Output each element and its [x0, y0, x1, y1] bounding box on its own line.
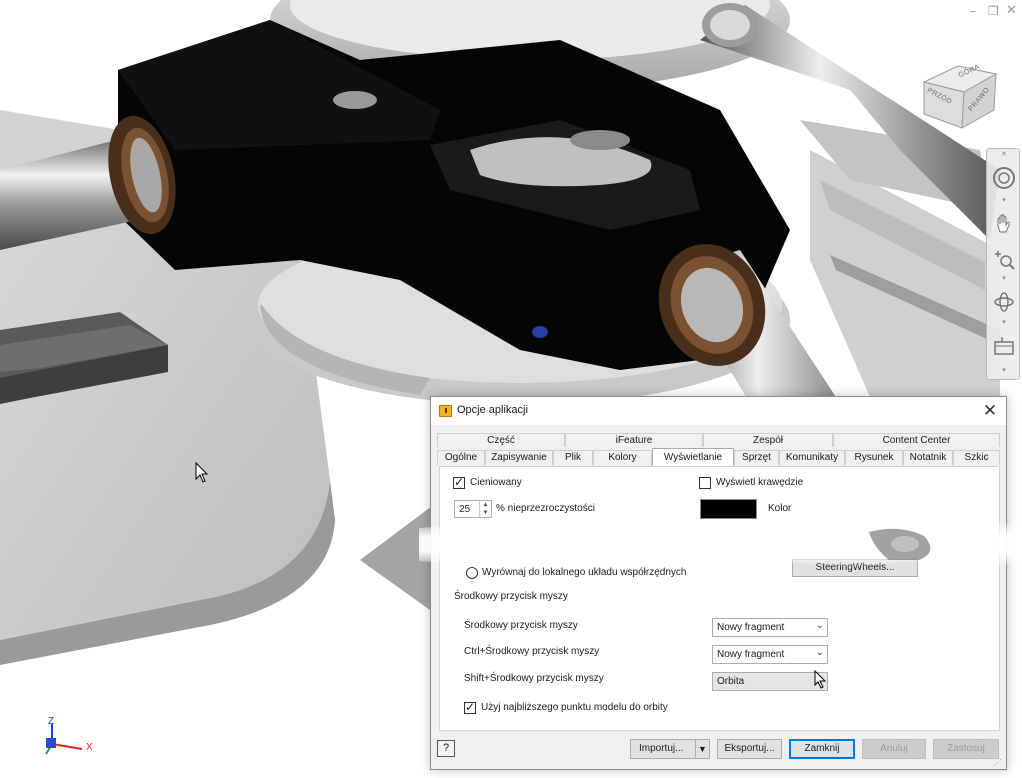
apply-button[interactable]: Zastosuj [933, 739, 999, 759]
zoom-icon[interactable] [991, 247, 1017, 273]
edge-color-swatch[interactable] [700, 499, 757, 519]
tab-ifeature[interactable]: iFeature [565, 433, 703, 447]
spin-down-icon[interactable]: ▼ [480, 509, 491, 517]
tab-plik[interactable]: Plik [553, 450, 593, 465]
triad-x-label: X [86, 742, 93, 753]
tab-zespol[interactable]: Zespół [703, 433, 833, 447]
opacity-spinner[interactable]: 25 ▲ ▼ [454, 500, 492, 518]
torn-edge-overlay [419, 520, 1022, 568]
tab-kolory[interactable]: Kolory [593, 450, 652, 465]
mouse-section-title: Środkowy przycisk myszy [454, 591, 568, 602]
dialog-titlebar[interactable]: Opcje aplikacji ✕ [431, 397, 1006, 425]
resize-grip-icon[interactable]: ⋰ [994, 758, 1002, 767]
viewcube[interactable]: GÓRA PRZÓD PRAWO [920, 48, 1000, 132]
block-screw [333, 91, 377, 109]
block-hole [570, 130, 630, 150]
blue-fastener [532, 326, 548, 338]
tab-row-bottom: Ogólne Zapisywanie Plik Kolory Wyświetla… [437, 448, 1000, 466]
chevron-down-icon: ⌄ [815, 620, 824, 631]
tab-szkic[interactable]: Szkic [953, 450, 1000, 465]
dialog-close-button[interactable]: ✕ [979, 401, 1001, 421]
export-button[interactable]: Eksportuj... [717, 739, 782, 759]
show-edges-label: Wyświetl krawędzie [716, 477, 804, 488]
import-dropdown-icon[interactable]: ▼ [698, 740, 707, 758]
tab-wyswietlanie[interactable]: Wyświetlanie [652, 448, 734, 466]
dialog-title: Opcje aplikacji [457, 404, 528, 416]
middle-button-select[interactable]: Nowy fragment ⌄ [712, 618, 828, 637]
tab-sprzet[interactable]: Sprzęt [734, 450, 779, 465]
help-button[interactable]: ? [437, 740, 455, 757]
import-label: Importuj... [639, 743, 684, 754]
tab-row-top: Część iFeature Zespół Content Center [437, 433, 1000, 448]
tab-komunikaty[interactable]: Komunikaty [779, 450, 845, 465]
chevron-down-icon: ⌄ [815, 647, 824, 658]
middle-button-value: Nowy fragment [717, 622, 785, 633]
chevron-down-icon[interactable]: ▾ [1000, 275, 1008, 283]
shaded-label: Cieniowany [470, 477, 522, 488]
application-options-dialog: Opcje aplikacji ✕ Część iFeature Zespół … [430, 396, 1007, 770]
import-button[interactable]: Importuj... ▼ [630, 739, 710, 759]
shift-middle-button-select[interactable]: Orbita ⌄ [712, 672, 828, 691]
look-at-icon[interactable] [991, 333, 1017, 359]
navigation-bar: ✕ ▾ ▾ ▾ ▾ [986, 148, 1020, 380]
ctrl-middle-button-select[interactable]: Nowy fragment ⌄ [712, 645, 828, 664]
display-tab-panel: Cieniowany Wyświetl krawędzie 25 ▲▼ % ni… [439, 466, 1000, 731]
navbar-close-icon[interactable]: ✕ [1000, 151, 1008, 159]
triad-z-label: Z [48, 716, 55, 727]
tab-content-center[interactable]: Content Center [833, 433, 1000, 447]
orbit-icon[interactable] [991, 289, 1017, 315]
triad-axes-icon [45, 724, 83, 755]
navbar-options-icon[interactable]: ▾ [1000, 367, 1008, 375]
minimize-icon[interactable]: – [970, 4, 976, 18]
tab-czesc[interactable]: Część [437, 433, 565, 447]
opacity-label: % nieprzezroczystości [496, 503, 595, 514]
restore-icon[interactable]: ❐ [988, 4, 999, 18]
coordinate-triad: Z X [38, 716, 98, 766]
opacity-value: 25 [459, 504, 471, 515]
steering-wheel-icon[interactable] [991, 165, 1017, 191]
close-window-icon[interactable]: ✕ [1006, 3, 1017, 18]
cancel-button[interactable]: Anuluj [862, 739, 926, 759]
middle-button-label: Środkowy przycisk myszy [464, 620, 578, 631]
chevron-down-icon[interactable]: ▾ [1000, 319, 1008, 327]
chevron-down-icon[interactable]: ▾ [1000, 197, 1008, 205]
shaded-checkbox[interactable] [453, 475, 465, 489]
ctrl-middle-button-label: Ctrl+Środkowy przycisk myszy [464, 646, 600, 657]
spin-up-icon[interactable]: ▲ [480, 501, 491, 509]
tab-rysunek[interactable]: Rysunek [845, 450, 903, 465]
upper-rod-face [710, 10, 750, 40]
app-warning-icon [439, 405, 452, 417]
mouse-cursor-icon [814, 670, 827, 689]
nearest-point-label: Użyj najbliższego punktu modelu do orbit… [481, 702, 668, 713]
nearest-point-checkbox[interactable] [464, 700, 476, 714]
pan-hand-icon[interactable] [991, 211, 1017, 237]
show-edges-checkbox[interactable] [699, 477, 711, 489]
ctrl-middle-button-value: Nowy fragment [717, 649, 785, 660]
tab-notatnik[interactable]: Notatnik [903, 450, 953, 465]
tab-zapisywanie[interactable]: Zapisywanie [485, 450, 553, 465]
spinner-arrows[interactable]: ▲ ▼ [479, 501, 491, 517]
tab-ogolne[interactable]: Ogólne [437, 450, 485, 465]
edge-color-label: Kolor [768, 503, 792, 514]
shift-middle-button-label: Shift+Środkowy przycisk myszy [464, 673, 604, 684]
close-dialog-button[interactable]: Zamknij [789, 739, 855, 759]
mouse-cursor-icon [195, 462, 209, 483]
shift-middle-button-value: Orbita [717, 676, 745, 687]
